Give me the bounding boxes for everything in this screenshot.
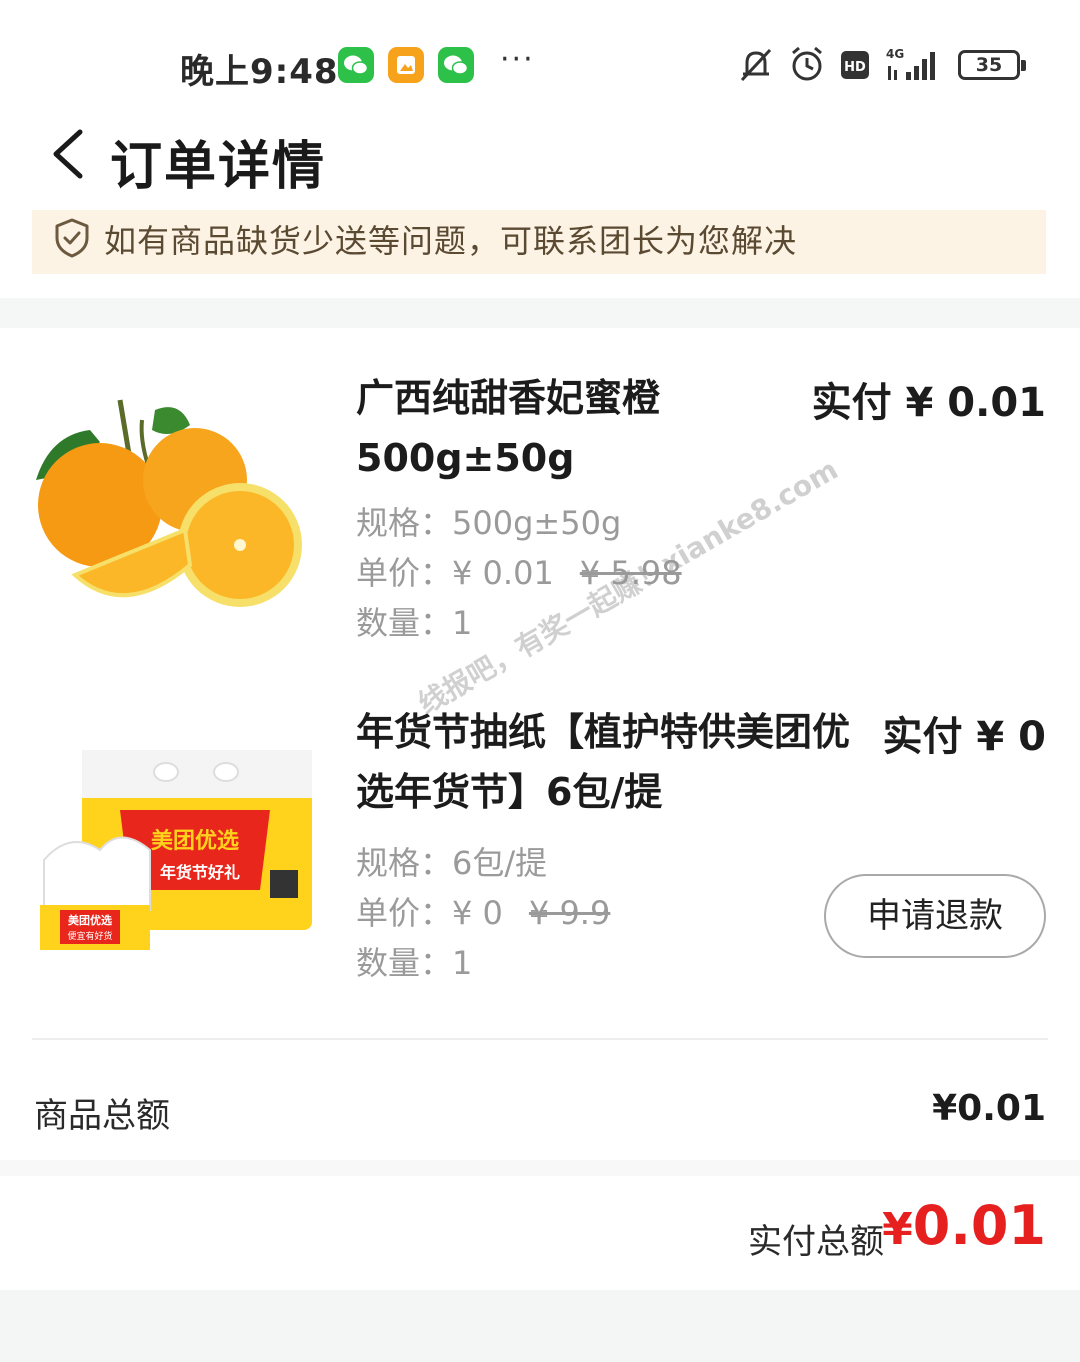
alarm-icon	[792, 46, 822, 81]
item-paid-amount: 实付 ¥ 0.01	[811, 380, 1046, 426]
battery-icon: 35	[958, 50, 1026, 80]
divider	[32, 1038, 1048, 1040]
mute-icon	[740, 48, 772, 82]
apply-refund-button[interactable]: 申请退款	[824, 874, 1046, 958]
tissue-product-image: 美团优选 年货节好礼 美团优选 便宜有好货	[40, 750, 312, 950]
shield-check-icon	[55, 218, 89, 258]
item-quantity: 数量：1	[356, 938, 472, 984]
orange-product-image	[36, 399, 302, 607]
status-time: 晚上9:48	[180, 52, 339, 92]
item-spec: 规格：500g±50g	[356, 498, 621, 544]
package-brand-text: 美团优选	[151, 828, 239, 854]
price-label: 单价：	[356, 894, 453, 932]
paid-total-value: ¥0.01	[882, 1194, 1046, 1257]
wechat-icon	[438, 47, 474, 83]
item-name: 广西纯甜香妃蜜橙500g±50g	[356, 376, 661, 480]
currency-symbol: ¥	[882, 1204, 913, 1255]
price-value: ¥ 0	[452, 894, 503, 932]
item-quantity: 数量：1	[356, 598, 472, 644]
qty-label: 数量：	[356, 604, 453, 642]
spec-value: 6包/提	[452, 844, 548, 882]
gallery-icon	[388, 47, 424, 83]
price-label: 单价：	[356, 554, 453, 592]
spec-label: 规格：	[356, 844, 453, 882]
chevron-left-icon[interactable]	[48, 128, 88, 180]
item-paid-amount: 实付 ¥ 0	[882, 714, 1046, 760]
wechat-icon	[338, 47, 374, 83]
order-item[interactable]: 美团优选 年货节好礼 美团优选 便宜有好货 年货节抽纸【植护特供美团优选年货节】…	[0, 700, 1080, 1000]
item-spec: 规格：6包/提	[356, 838, 547, 884]
svg-text:4G: 4G	[886, 47, 904, 61]
signal-4g-icon: 4G	[886, 47, 935, 80]
svg-text:HD: HD	[844, 60, 866, 75]
paid-total-row: 实付总额 ¥0.01	[0, 1190, 1080, 1270]
original-price: ¥ 9.9	[528, 894, 611, 932]
item-unit-price: 单价：¥ 0 ¥ 9.9	[356, 888, 610, 934]
notice-text: 如有商品缺货少送等问题，可联系团长为您解决	[104, 222, 798, 260]
qty-value: 1	[452, 604, 473, 642]
status-bar: 晚上9:48 ··· HD 4G 35	[0, 0, 1080, 120]
notice-banner: 如有商品缺货少送等问题，可联系团长为您解决	[32, 210, 1046, 274]
price-value: ¥ 0.01	[452, 554, 554, 592]
qty-label: 数量：	[356, 944, 453, 982]
section-divider	[0, 1160, 1080, 1176]
hd-icon: HD	[841, 51, 869, 79]
paid-total-number: 0.01	[912, 1194, 1046, 1257]
header: 订单详情	[0, 110, 1080, 200]
small-pack-text: 美团优选	[68, 913, 112, 927]
spec-value: 500g±50g	[452, 504, 622, 542]
goods-total-label: 商品总额	[34, 1096, 170, 1136]
goods-total-value: ¥0.01	[932, 1088, 1046, 1129]
small-pack-subtext: 便宜有好货	[67, 930, 112, 942]
section-divider	[0, 298, 1080, 328]
paid-total-label: 实付总额	[748, 1222, 884, 1262]
qty-value: 1	[452, 944, 473, 982]
more-notifications-icon: ···	[500, 42, 535, 77]
spec-label: 规格：	[356, 504, 453, 542]
bottom-bar	[0, 1290, 1080, 1362]
page-title: 订单详情	[110, 137, 327, 197]
goods-total-row: 商品总额 ¥0.01	[0, 1084, 1080, 1144]
package-sub-text: 年货节好礼	[160, 863, 240, 882]
